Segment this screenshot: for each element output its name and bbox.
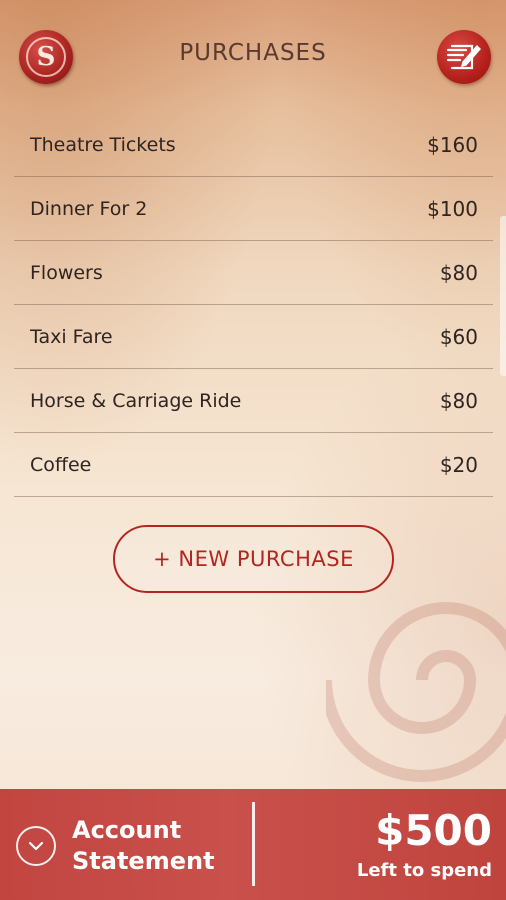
decorative-swirl — [326, 602, 506, 782]
list-item[interactable]: Theatre Tickets $160 — [14, 113, 493, 177]
budget-amount: $500 — [375, 806, 492, 855]
purchase-price: $80 — [439, 260, 478, 285]
purchase-name: Coffee — [30, 453, 92, 476]
chevron-down-icon — [28, 841, 44, 851]
purchase-name: Horse & Carriage Ride — [30, 389, 242, 412]
purchase-price: $160 — [427, 132, 478, 157]
budget-caption: Left to spend — [356, 860, 492, 881]
app-header: S PURCHASES — [0, 0, 506, 110]
purchase-name: Taxi Fare — [30, 325, 113, 348]
footer-label-line1: Account — [72, 816, 182, 844]
purchase-price: $20 — [439, 452, 478, 477]
list-item[interactable]: Dinner For 2 $100 — [14, 177, 493, 241]
purchase-price: $100 — [427, 196, 478, 221]
list-item[interactable]: Flowers $80 — [14, 241, 493, 305]
purchase-name: Dinner For 2 — [30, 197, 148, 220]
scrollbar[interactable] — [500, 216, 506, 376]
account-statement-link[interactable]: Account Statement — [72, 815, 242, 877]
list-item[interactable]: Horse & Carriage Ride $80 — [14, 369, 493, 433]
footer-label-line2: Statement — [72, 847, 215, 875]
purchase-list: Theatre Tickets $160 Dinner For 2 $100 F… — [14, 113, 493, 497]
list-item[interactable]: Taxi Fare $60 — [14, 305, 493, 369]
purchase-price: $60 — [439, 324, 478, 349]
pencil-note-icon — [446, 44, 481, 70]
account-statement-toggle[interactable] — [16, 826, 56, 866]
purchase-price: $80 — [439, 388, 478, 413]
edit-button[interactable] — [437, 30, 491, 84]
purchase-name: Theatre Tickets — [30, 133, 176, 156]
purchase-name: Flowers — [30, 261, 103, 284]
footer-divider — [252, 802, 255, 886]
list-item[interactable]: Coffee $20 — [14, 433, 493, 497]
page-title: PURCHASES — [179, 40, 327, 66]
new-purchase-button[interactable]: + NEW PURCHASE — [113, 525, 394, 593]
